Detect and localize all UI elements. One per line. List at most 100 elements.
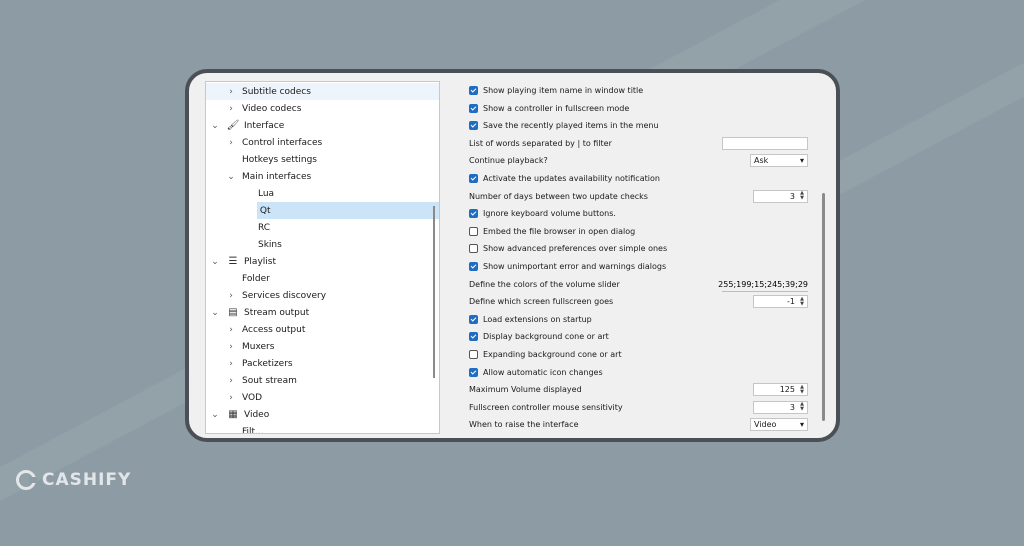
chevron-right-icon[interactable]: ›: [226, 393, 236, 403]
chevron-down-icon[interactable]: ⌄: [210, 121, 220, 131]
chevron-right-icon[interactable]: ›: [226, 376, 236, 386]
checkbox-checked[interactable]: [469, 332, 478, 342]
preferences-tree[interactable]: › Subtitle codecs › Video codecs ⌄ 🖌 Interface…: [205, 81, 440, 434]
chevron-right-icon[interactable]: ›: [226, 359, 236, 369]
chevron-down-icon[interactable]: ▾: [800, 420, 804, 429]
tree-item-label: Control interfaces: [242, 137, 323, 148]
tree-item-rc[interactable]: RC: [206, 219, 439, 236]
setting-show-advanced-preferences-over-simple-ones[interactable]: Show advanced preferences over simple on…: [469, 240, 667, 257]
chevron-right-icon[interactable]: ›: [226, 138, 236, 148]
filter-words-input[interactable]: [722, 136, 808, 150]
control-value: -1: [787, 297, 795, 307]
tree-item-video[interactable]: ⌄ ▦ Video: [206, 406, 439, 423]
setting-show-a-controller-in-fullscreen-mode[interactable]: Show a controller in fullscreen mode: [469, 100, 629, 117]
tree-scrollbar[interactable]: [433, 206, 435, 378]
setting-label: Show a controller in fullscreen mode: [483, 103, 630, 113]
tree-item-muxers[interactable]: › Muxers: [206, 338, 439, 355]
tree-item-access-output[interactable]: › Access output: [206, 321, 439, 338]
checkbox-checked[interactable]: [469, 103, 478, 113]
chevron-right-icon[interactable]: ›: [226, 342, 236, 352]
tree-item-services-discovery[interactable]: › Services discovery: [206, 287, 439, 304]
chevron-right-icon[interactable]: ›: [226, 325, 236, 335]
checkbox-checked[interactable]: [469, 209, 478, 219]
setting-activate-the-updates-availability-notification[interactable]: Activate the updates availability notifi…: [469, 170, 660, 187]
checkbox-checked[interactable]: [469, 314, 478, 324]
spin-arrows-icon[interactable]: ▲ ▼: [798, 296, 806, 307]
tree-item-label: RC: [258, 222, 271, 233]
chevron-down-icon[interactable]: ⌄: [210, 308, 220, 318]
checkbox-unchecked[interactable]: [469, 244, 478, 254]
setting-show-unimportant-error-and-warnings-dialogs[interactable]: Show unimportant error and warnings dial…: [469, 258, 666, 275]
spin-arrows-icon[interactable]: ▲ ▼: [798, 191, 806, 201]
spin-down-icon[interactable]: ▼: [800, 389, 804, 395]
tree-selection: Qt: [256, 202, 439, 219]
setting-label: Define the colors of the volume slider: [469, 279, 620, 289]
tree-item-label: Hotkeys settings: [242, 154, 317, 165]
spinbox-number-of-days-between-two-update-checks[interactable]: 3 ▲ ▼: [753, 189, 808, 203]
setting-show-playing-item-name-in-window-title[interactable]: Show playing item name in window title: [469, 82, 643, 99]
tree-item-subtitle-codecs[interactable]: › Subtitle codecs: [206, 83, 439, 100]
tree-item-label: Interface: [244, 120, 285, 131]
setting-label: Load extensions on startup: [483, 314, 592, 324]
setting-allow-automatic-icon-changes[interactable]: Allow automatic icon changes: [469, 364, 603, 381]
spin-down-icon[interactable]: ▼: [800, 301, 804, 307]
tree-item-sout-stream[interactable]: › Sout stream: [206, 372, 439, 389]
spinbox-maximum-volume-displayed[interactable]: 125 ▲ ▼: [753, 383, 808, 397]
tree-item-video-codecs[interactable]: › Video codecs: [206, 100, 439, 117]
checkbox-unchecked[interactable]: [469, 226, 478, 236]
tree-item-playlist[interactable]: ⌄ ☰ Playlist: [206, 253, 439, 270]
setting-load-extensions-on-startup[interactable]: Load extensions on startup: [469, 311, 592, 328]
tree-item-main-interfaces[interactable]: ⌄ Main interfaces: [206, 168, 439, 185]
chevron-right-icon[interactable]: ›: [226, 291, 236, 301]
tree-item-label: Subtitle codecs: [242, 86, 311, 97]
tree-item-lua[interactable]: Lua: [206, 185, 439, 202]
checkbox-checked[interactable]: [469, 121, 478, 131]
spin-down-icon[interactable]: ▼: [800, 196, 804, 201]
tree-item-label: Access output: [242, 324, 306, 335]
spinbox-fullscreen-controller-mouse-sensitivity[interactable]: 3 ▲ ▼: [753, 400, 808, 414]
setting-label: Show unimportant error and warnings dial…: [483, 262, 667, 271]
tree-item-label: Filt...: [242, 426, 264, 434]
spin-arrows-icon[interactable]: ▲ ▼: [798, 402, 806, 412]
tree-item-hotkeys-settings[interactable]: Hotkeys settings: [206, 151, 439, 168]
dropdown-continue-playback[interactable]: Ask ▾: [750, 154, 808, 168]
chevron-down-icon[interactable]: ⌄: [210, 410, 220, 420]
chevron-right-icon[interactable]: ›: [226, 87, 236, 97]
tree-item-label: Folder: [242, 273, 270, 284]
setting-label: Define which screen fullscreen goes: [469, 297, 614, 307]
chevron-down-icon[interactable]: ▾: [800, 156, 804, 165]
stream-icon: ▤: [228, 307, 238, 318]
spinbox-define-which-screen-fullscreen-goes[interactable]: -1 ▲ ▼: [753, 295, 808, 309]
checkbox-checked[interactable]: [469, 86, 478, 95]
tree-item-folder[interactable]: Folder: [206, 270, 439, 287]
tree-item-interface[interactable]: ⌄ 🖌 Interface: [206, 117, 439, 134]
setting-expanding-background-cone-or-art[interactable]: Expanding background cone or art: [469, 346, 622, 363]
setting-label: Maximum Volume displayed: [469, 385, 582, 395]
setting-embed-the-file-browser-in-open-dialog[interactable]: Embed the file browser in open dialog: [469, 223, 635, 240]
settings-scrollbar[interactable]: [822, 193, 825, 421]
setting-when-to-raise-the-interface: When to raise the interface: [469, 416, 579, 433]
chevron-right-icon[interactable]: ›: [226, 104, 236, 114]
tree-item-qt[interactable]: Qt: [206, 202, 439, 219]
tree-item-packetizers[interactable]: › Packetizers: [206, 355, 439, 372]
spin-arrows-icon[interactable]: ▲ ▼: [798, 384, 806, 395]
checkbox-checked[interactable]: [469, 174, 478, 183]
setting-save-the-recently-played-items-in-the-menu[interactable]: Save the recently played items in the me…: [469, 117, 659, 134]
checkbox-checked[interactable]: [469, 262, 478, 271]
dropdown-when-to-raise-the-interface[interactable]: Video ▾: [750, 418, 808, 432]
tree-item-filt[interactable]: Filt...: [206, 423, 439, 434]
tree-item-label: Video: [244, 409, 270, 420]
tree-item-vod[interactable]: › VOD: [206, 389, 439, 406]
setting-display-background-cone-or-art[interactable]: Display background cone or art: [469, 328, 609, 345]
paint-roller-icon: 🖌: [226, 120, 240, 131]
tree-item-stream-output[interactable]: ⌄ ▤ Stream output: [206, 304, 439, 321]
chevron-down-icon[interactable]: ⌄: [210, 257, 220, 267]
tree-item-control-interfaces[interactable]: › Control interfaces: [206, 134, 439, 151]
tree-item-skins[interactable]: Skins: [206, 236, 439, 253]
setting-ignore-keyboard-volume-buttons[interactable]: Ignore keyboard volume buttons.: [469, 205, 616, 222]
volume-colors-input[interactable]: 255;199;15;245;39;29: [718, 278, 808, 292]
chevron-down-icon[interactable]: ⌄: [226, 172, 236, 182]
checkbox-unchecked[interactable]: [469, 350, 478, 359]
spin-down-icon[interactable]: ▼: [800, 407, 804, 412]
checkbox-checked[interactable]: [469, 367, 478, 377]
